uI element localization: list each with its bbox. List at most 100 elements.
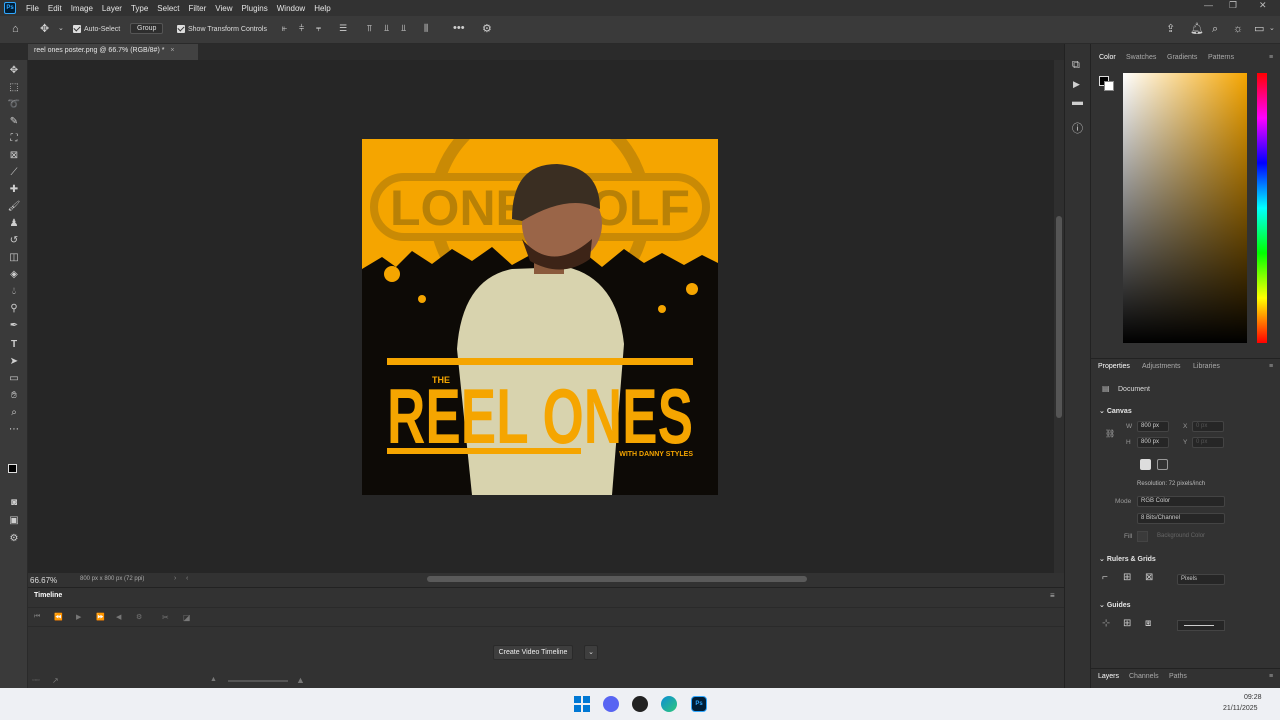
tab-adjustments[interactable]: Adjustments — [1142, 363, 1181, 370]
taskbar-time[interactable]: 09:28 — [1244, 694, 1262, 701]
menu-type[interactable]: Type — [131, 4, 148, 13]
render-icon[interactable]: ↗ — [52, 676, 59, 685]
restore-icon[interactable]: ❐ — [1229, 0, 1237, 11]
transition-icon[interactable]: ◪ — [183, 613, 191, 622]
distribute-vertical-icon[interactable]: ⫼ — [424, 24, 428, 33]
settings-icon[interactable]: ⚙ — [136, 613, 142, 621]
panel-menu-icon[interactable]: ≡ — [1269, 673, 1273, 680]
hue-slider[interactable] — [1257, 73, 1267, 343]
zoom-tool-icon[interactable]: ⌕ — [6, 406, 22, 420]
quick-mask-icon[interactable]: ◙ — [6, 496, 22, 510]
move-tool-icon[interactable]: ✥ — [40, 24, 49, 35]
menu-view[interactable]: View — [215, 4, 232, 13]
color-field[interactable] — [1123, 73, 1247, 343]
menu-file[interactable]: File — [26, 4, 39, 13]
workspace-icon[interactable]: ▭ — [1254, 24, 1264, 35]
landscape-orientation-icon[interactable] — [1157, 459, 1168, 470]
units-dropdown[interactable]: Pixels — [1177, 574, 1225, 585]
menu-edit[interactable]: Edit — [48, 4, 62, 13]
history-icon[interactable]: ⧉ — [1072, 60, 1080, 71]
comments-icon[interactable]: ▬ — [1072, 97, 1083, 108]
guides-section-header[interactable]: ⌄ Guides — [1099, 601, 1131, 609]
menu-layer[interactable]: Layer — [102, 4, 122, 13]
minimize-icon[interactable]: — — [1204, 0, 1213, 10]
align-center-icon[interactable]: ⫩ — [299, 24, 304, 33]
pen-tool-icon[interactable]: ✒ — [6, 319, 22, 333]
chevron-left-icon[interactable]: ‹ — [186, 575, 188, 582]
show-transform-checkbox[interactable]: Show Transform Controls — [177, 25, 267, 33]
clone-stamp-tool-icon[interactable]: ♟ — [6, 217, 22, 231]
height-field[interactable]: 800 px — [1137, 437, 1169, 448]
chevron-down-icon[interactable]: ⌄ — [58, 25, 64, 32]
align-right-icon[interactable]: ⫧ — [316, 24, 321, 33]
menu-plugins[interactable]: Plugins — [242, 4, 268, 13]
path-selection-tool-icon[interactable]: ➤ — [6, 355, 22, 369]
brush-tool-icon[interactable]: 🖌︎ — [6, 200, 22, 214]
panel-menu-icon[interactable]: ≡ — [1269, 54, 1273, 61]
zoom-slider[interactable] — [228, 680, 288, 682]
background-color-swatch[interactable] — [1104, 81, 1114, 91]
dodge-tool-icon[interactable]: ⚲ — [6, 302, 22, 316]
eyedropper-tool-icon[interactable]: ⟋ — [6, 166, 22, 180]
portrait-orientation-icon[interactable] — [1140, 459, 1151, 470]
canvas-section-header[interactable]: ⌄ Canvas — [1099, 407, 1132, 415]
tab-libraries[interactable]: Libraries — [1193, 363, 1220, 370]
eraser-tool-icon[interactable]: ◫ — [6, 251, 22, 265]
tab-layers[interactable]: Layers — [1098, 673, 1119, 680]
menu-filter[interactable]: Filter — [189, 4, 207, 13]
timeline-tab[interactable]: Timeline — [34, 592, 62, 599]
horizontal-scroll-thumb[interactable] — [427, 576, 807, 582]
audio-icon[interactable]: ◀ — [116, 613, 121, 621]
tab-channels[interactable]: Channels — [1129, 673, 1159, 680]
guides-from-shape-icon[interactable]: ⧆ — [1145, 618, 1151, 629]
type-tool-icon[interactable]: T — [6, 338, 22, 352]
search-icon[interactable]: ⌕ — [1212, 24, 1218, 35]
mode-dropdown[interactable]: RGB Color — [1137, 496, 1225, 507]
share-icon[interactable]: ⇪ — [1166, 24, 1175, 35]
guide-layout-icon[interactable]: ⊹ — [1102, 618, 1110, 629]
frame-tool-icon[interactable]: ⊠ — [6, 149, 22, 163]
crop-tool-icon[interactable]: ⛶ — [6, 132, 22, 146]
move-tool-icon[interactable]: ✥ — [6, 64, 22, 78]
menu-select[interactable]: Select — [157, 4, 179, 13]
foreground-color-swatch[interactable] — [8, 464, 17, 473]
fill-swatch[interactable] — [1137, 531, 1148, 542]
windows-start-icon[interactable] — [574, 696, 590, 712]
edit-toolbar-icon[interactable]: ⚙ — [6, 532, 22, 546]
y-field[interactable]: 0 px — [1192, 437, 1224, 448]
auto-select-checkbox[interactable]: Auto-Select — [73, 25, 120, 33]
previous-frame-icon[interactable]: ⏪ — [54, 613, 63, 621]
tab-paths[interactable]: Paths — [1169, 673, 1187, 680]
chevron-down-icon[interactable]: ⌄ — [584, 645, 598, 660]
menu-window[interactable]: Window — [277, 4, 305, 13]
info-icon[interactable]: ⓘ — [1072, 124, 1083, 135]
new-guide-icon[interactable]: ⊞ — [1123, 618, 1131, 629]
history-brush-tool-icon[interactable]: ↺ — [6, 234, 22, 248]
chevron-down-icon[interactable]: ⌄ — [1269, 25, 1275, 32]
split-icon[interactable]: ✂ — [162, 613, 169, 622]
tab-swatches[interactable]: Swatches — [1126, 54, 1156, 61]
lasso-tool-icon[interactable]: ➰ — [6, 98, 22, 112]
hand-tool-icon[interactable]: ✋︎ — [6, 389, 22, 403]
width-field[interactable]: 800 px — [1137, 421, 1169, 432]
guide-style-dropdown[interactable] — [1177, 620, 1225, 631]
screen-mode-icon[interactable]: ▣ — [6, 514, 22, 528]
gear-icon[interactable]: ⚙ — [482, 24, 492, 35]
tab-gradients[interactable]: Gradients — [1167, 54, 1197, 61]
zoom-level[interactable]: 66.67% — [30, 576, 57, 585]
menu-help[interactable]: Help — [314, 4, 330, 13]
actions-icon[interactable]: ▶ — [1073, 80, 1080, 89]
tab-properties[interactable]: Properties — [1098, 363, 1130, 370]
photoshop-taskbar-icon[interactable]: Ps — [691, 696, 707, 712]
create-video-timeline-button[interactable]: Create Video Timeline — [493, 645, 573, 660]
ruler-icon[interactable]: ⌐ — [1102, 572, 1108, 583]
more-options-icon[interactable]: ••• — [453, 23, 465, 34]
menu-image[interactable]: Image — [71, 4, 93, 13]
tab-patterns[interactable]: Patterns — [1208, 54, 1234, 61]
first-frame-icon[interactable]: ⏮ — [34, 613, 40, 621]
document-tab[interactable]: reel ones poster.png @ 66.7% (RGB/8#) * … — [28, 44, 198, 60]
auto-select-mode-dropdown[interactable]: Group — [130, 23, 164, 34]
zoom-in-icon[interactable]: ▲ — [296, 675, 305, 685]
fill-value[interactable]: Background Color — [1157, 533, 1205, 539]
pixel-grid-icon[interactable]: ⊠ — [1145, 572, 1153, 583]
